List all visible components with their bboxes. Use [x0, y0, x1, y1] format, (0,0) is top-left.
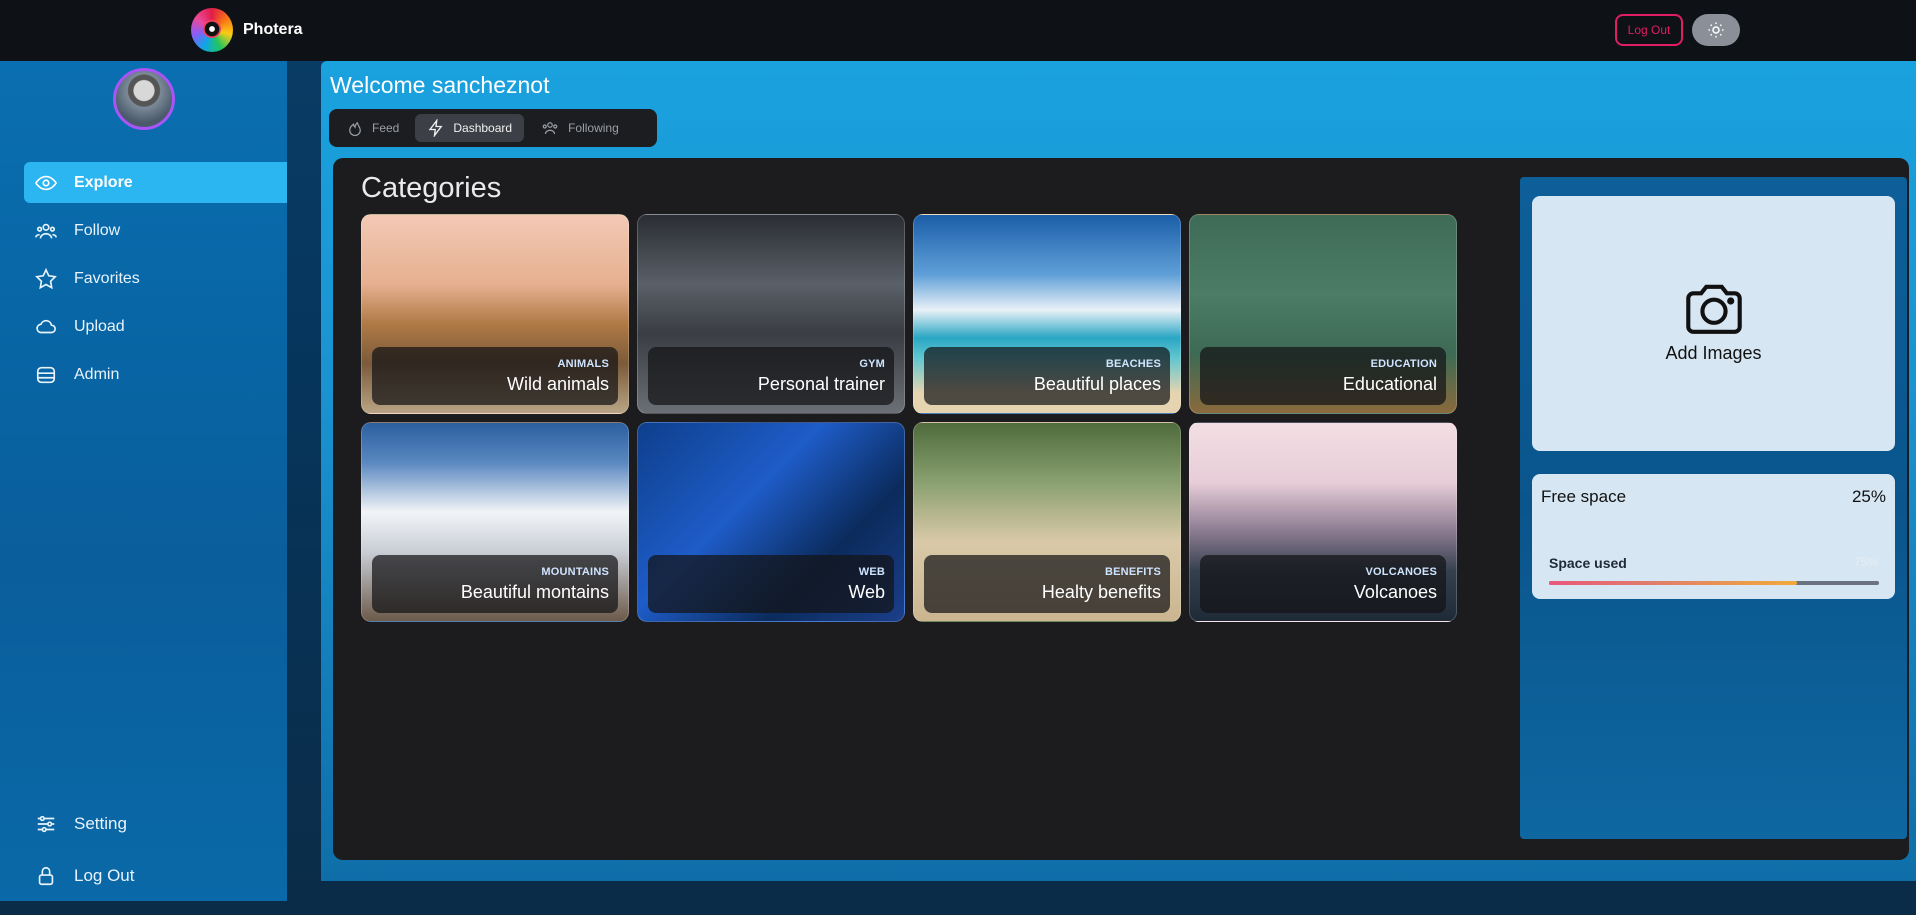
storage-panel: Add Images Free space 25% Space used 75%: [1520, 177, 1907, 839]
avatar[interactable]: [113, 68, 175, 130]
add-images-label: Add Images: [1665, 343, 1762, 363]
tab-feed[interactable]: Feed: [334, 114, 411, 142]
space-used-label: Space used: [1549, 555, 1627, 571]
category-label-box: VOLCANOES Volcanoes: [1200, 555, 1446, 613]
sidebar-item-admin[interactable]: Admin: [24, 354, 287, 395]
category-tag: GYM: [859, 357, 885, 370]
category-tag: WEB: [858, 565, 885, 578]
sidebar-item-label: Upload: [74, 317, 125, 335]
sidebar-nav: Explore Follow Favorites Upload Admin: [24, 162, 287, 402]
brand-name: Photera: [243, 21, 303, 38]
top-bar: Photera Log Out: [0, 0, 1916, 61]
cloud-icon: [34, 315, 58, 339]
add-images-button[interactable]: Add Images: [1532, 196, 1895, 451]
content-panel: Categories ANIMALS Wild animals GYM Pers…: [333, 158, 1909, 860]
camera-icon: [1685, 284, 1742, 334]
category-tag: ANIMALS: [557, 357, 609, 370]
category-tag: VOLCANOES: [1365, 565, 1437, 578]
category-card-mountains[interactable]: MOUNTAINS Beautiful montains: [361, 422, 629, 622]
sidebar-item-setting[interactable]: Setting: [24, 801, 287, 847]
eye-icon: [34, 171, 58, 195]
category-label-box: BEACHES Beautiful places: [924, 347, 1170, 405]
category-card-benefits[interactable]: BENEFITS Healty benefits: [913, 422, 1181, 622]
brand-logo: [191, 8, 233, 52]
sidebar-item-label: Explore: [74, 173, 133, 191]
tab-following[interactable]: Following: [528, 114, 631, 142]
category-name: Beautiful montains: [460, 581, 609, 602]
sidebar-item-explore[interactable]: Explore: [24, 162, 287, 203]
category-card-web[interactable]: WEB Web: [637, 422, 905, 622]
view-tabs: Feed Dashboard Following: [329, 109, 657, 147]
category-name: Volcanoes: [1353, 581, 1437, 602]
category-name: Healty benefits: [1041, 581, 1161, 602]
category-name: Web: [848, 581, 885, 602]
category-card-volcanoes[interactable]: VOLCANOES Volcanoes: [1189, 422, 1457, 622]
sidebar-bottom-nav: Setting Log Out: [24, 801, 287, 905]
tab-label: Dashboard: [453, 121, 513, 135]
star-icon: [34, 267, 58, 291]
category-card-animals[interactable]: ANIMALS Wild animals: [361, 214, 629, 414]
tab-dashboard[interactable]: Dashboard: [415, 114, 525, 142]
theme-toggle[interactable]: [1692, 14, 1740, 46]
category-tag: BEACHES: [1105, 357, 1161, 370]
category-name: Beautiful places: [1033, 373, 1161, 394]
category-tag: BENEFITS: [1105, 565, 1161, 578]
lock-icon: [34, 864, 58, 888]
category-label-box: MOUNTAINS Beautiful montains: [372, 555, 618, 613]
sidebar-item-label: Favorites: [74, 269, 140, 287]
category-tag: EDUCATION: [1370, 357, 1437, 370]
database-icon: [34, 363, 58, 387]
sidebar-item-label: Setting: [74, 814, 127, 833]
sidebar-item-logout[interactable]: Log Out: [24, 853, 287, 899]
category-label-box: GYM Personal trainer: [648, 347, 894, 405]
space-used-progress: [1549, 581, 1879, 585]
tab-label: Following: [568, 121, 619, 135]
sidebar-item-follow[interactable]: Follow: [24, 210, 287, 251]
tab-label: Feed: [372, 121, 400, 135]
lightning-icon: [429, 119, 443, 137]
category-label-box: BENEFITS Healty benefits: [924, 555, 1170, 613]
category-tag: MOUNTAINS: [541, 565, 609, 578]
category-label-box: WEB Web: [648, 555, 894, 613]
free-space-value: 25%: [1851, 487, 1886, 506]
space-used-progress-fill: [1549, 581, 1797, 585]
category-name: Personal trainer: [757, 373, 885, 394]
category-label-box: EDUCATION Educational: [1200, 347, 1446, 405]
free-space-label: Free space: [1541, 487, 1627, 506]
flame-icon: [349, 121, 361, 137]
sidebar-item-label: Follow: [74, 221, 121, 239]
sidebar-item-upload[interactable]: Upload: [24, 306, 287, 347]
category-card-beaches[interactable]: BEACHES Beautiful places: [913, 214, 1181, 414]
users-icon: [34, 219, 58, 243]
welcome-heading: Welcome sancheznot: [330, 72, 550, 98]
category-name: Educational: [1342, 373, 1437, 394]
category-label-box: ANIMALS Wild animals: [372, 347, 618, 405]
category-card-gym[interactable]: GYM Personal trainer: [637, 214, 905, 414]
categories-title: Categories: [361, 172, 502, 204]
sliders-icon: [34, 812, 58, 836]
sidebar-item-label: Log Out: [74, 866, 135, 885]
users-icon: [542, 122, 558, 135]
main-panel: Welcome sancheznot Feed Dashboard Follow…: [321, 61, 1916, 881]
categories-grid: ANIMALS Wild animals GYM Personal traine…: [361, 214, 1457, 622]
storage-card: Free space 25% Space used 75%: [1532, 474, 1895, 599]
space-used-value: 75%: [1853, 555, 1878, 569]
logout-button[interactable]: Log Out: [1615, 14, 1683, 46]
category-name: Wild animals: [506, 373, 609, 394]
category-card-education[interactable]: EDUCATION Educational: [1189, 214, 1457, 414]
sidebar-item-favorites[interactable]: Favorites: [24, 258, 287, 299]
sidebar-item-label: Admin: [74, 365, 120, 383]
sun-icon: [1708, 22, 1724, 38]
brand[interactable]: Photera: [191, 8, 303, 52]
sidebar: Explore Follow Favorites Upload Admin Se…: [0, 61, 287, 901]
